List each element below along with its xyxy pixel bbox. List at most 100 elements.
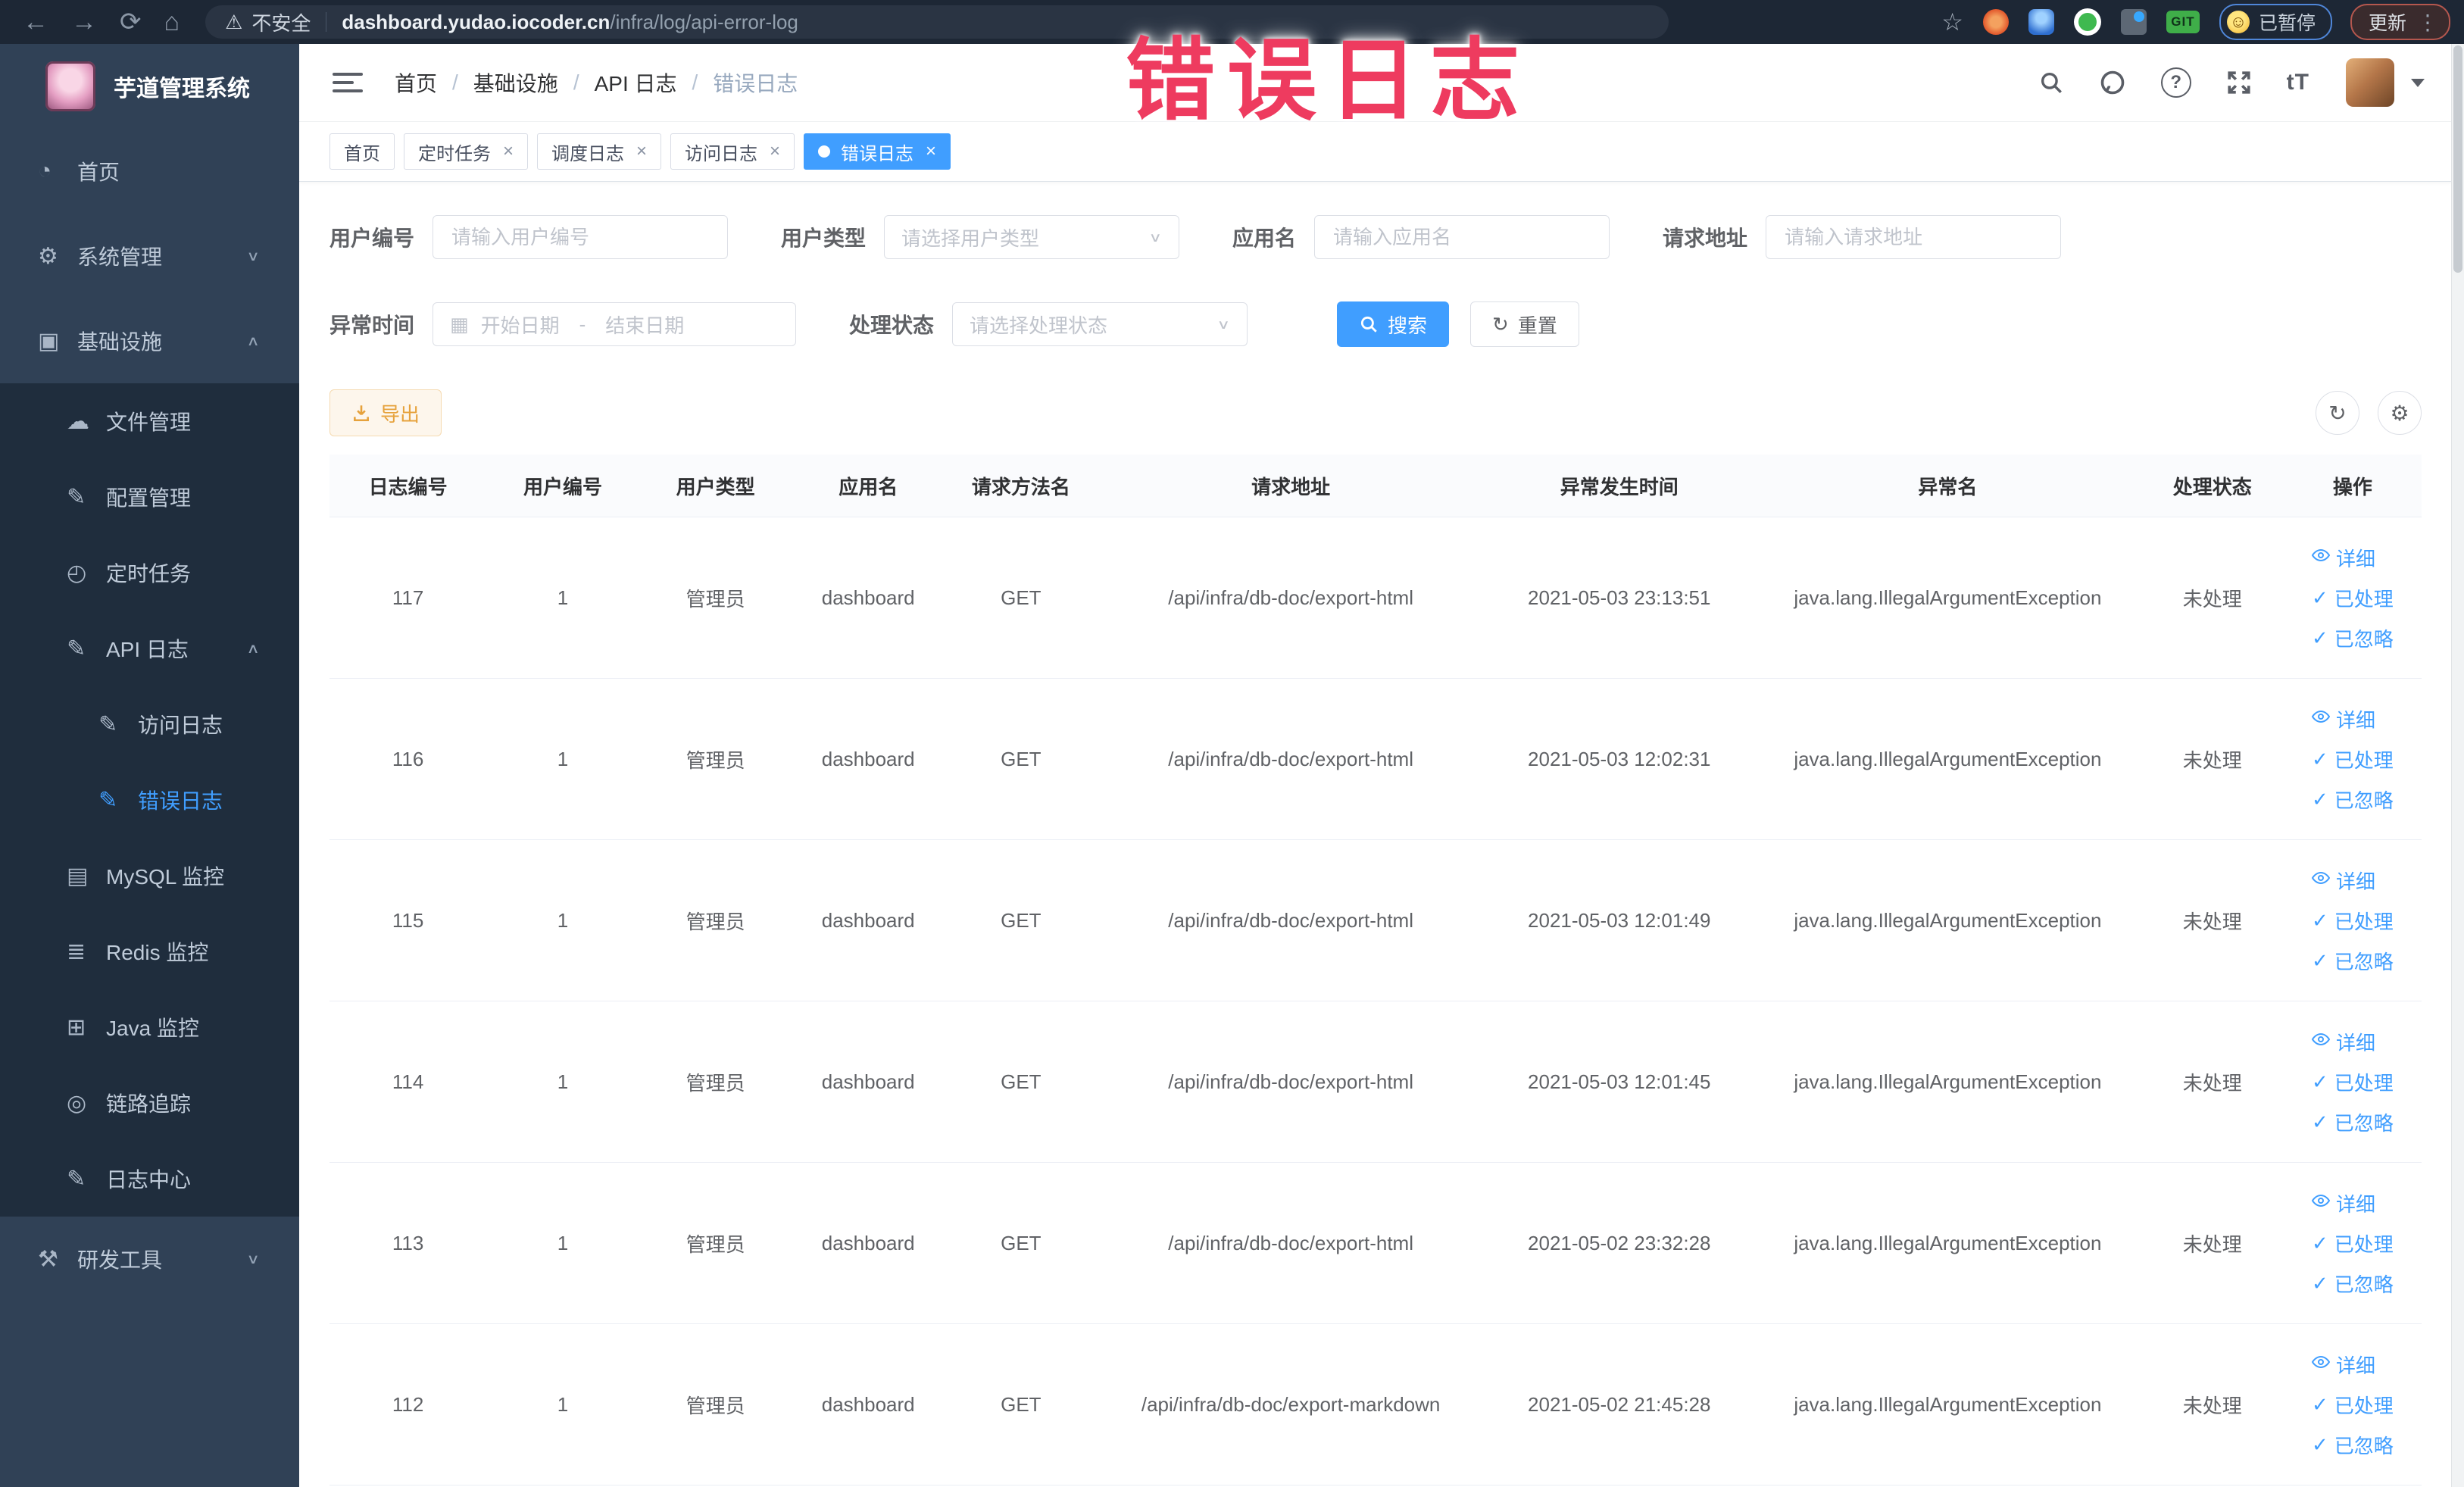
update-button[interactable]: 更新 ⋮ xyxy=(2350,4,2450,40)
scrollbar-thumb[interactable] xyxy=(2453,45,2462,273)
sidebar-item-scheduled-tasks[interactable]: ◴ 定时任务 xyxy=(0,535,299,611)
action-已忽略[interactable]: ✓ 已忽略 xyxy=(2312,947,2394,975)
tab-访问日志[interactable]: 访问日志 × xyxy=(670,133,795,170)
tab-调度日志[interactable]: 调度日志 × xyxy=(537,133,662,170)
search-label: 搜索 xyxy=(1388,314,1428,337)
column-settings-button[interactable]: ⚙ xyxy=(2378,391,2422,435)
action-详细[interactable]: 详细 xyxy=(2311,705,2375,733)
filter-group-request-url: 请求地址 xyxy=(1663,215,2062,259)
breadcrumb-item[interactable]: 首页 xyxy=(395,67,437,98)
action-已忽略[interactable]: ✓ 已忽略 xyxy=(2312,624,2394,652)
action-已处理[interactable]: ✓ 已处理 xyxy=(2312,1068,2394,1096)
sidebar-item-mysql-monitor[interactable]: ▤ MySQL 监控 xyxy=(0,838,299,914)
app-name-input[interactable] xyxy=(1332,224,1593,250)
edit-icon: ✎ xyxy=(67,484,86,510)
bookmark-star-icon[interactable]: ☆ xyxy=(1941,8,1963,36)
home-icon[interactable]: ⌂ xyxy=(164,8,180,37)
tab-定时任务[interactable]: 定时任务 × xyxy=(404,133,529,170)
check-icon: ✓ xyxy=(2311,787,2328,811)
action-已忽略[interactable]: ✓ 已忽略 xyxy=(2312,786,2394,814)
request-url-input[interactable] xyxy=(1783,224,2044,250)
page-scrollbar[interactable] xyxy=(2451,44,2464,1487)
sidebar-item-infrastructure[interactable]: ▣ 基础设施 ∧ xyxy=(0,298,299,383)
search-button[interactable]: 搜索 xyxy=(1337,301,1450,347)
user-id-input[interactable] xyxy=(450,224,711,250)
action-详细[interactable]: 详细 xyxy=(2311,1351,2375,1379)
paused-badge[interactable]: ☺ 已暂停 xyxy=(2219,4,2332,40)
font-size-icon[interactable]: tT xyxy=(2287,70,2309,95)
action-label: 已忽略 xyxy=(2334,1434,2394,1457)
app-name-field[interactable] xyxy=(1314,215,1610,259)
cell-user_type: 管理员 xyxy=(639,1162,792,1324)
action-已忽略[interactable]: ✓ 已忽略 xyxy=(2312,1431,2394,1459)
cell-status: 未处理 xyxy=(2141,1162,2284,1324)
sidebar-item-redis-monitor[interactable]: ≣ Redis 监控 xyxy=(0,914,299,989)
user-type-field[interactable]: 请选择用户类型 ∨ xyxy=(884,215,1180,259)
avatar[interactable] xyxy=(2346,58,2394,107)
cell-url: /api/infra/db-doc/export-html xyxy=(1097,678,1485,840)
tab-错误日志[interactable]: 错误日志 × xyxy=(804,133,951,170)
search-icon[interactable] xyxy=(2038,70,2064,95)
refresh-button[interactable]: ↻ xyxy=(2316,391,2359,435)
close-icon[interactable]: × xyxy=(636,141,647,162)
close-icon[interactable]: × xyxy=(770,141,780,162)
extension-icon-shield[interactable] xyxy=(2028,9,2054,35)
action-详细[interactable]: 详细 xyxy=(2311,544,2375,572)
forward-icon[interactable]: → xyxy=(71,8,97,37)
request-url-field[interactable] xyxy=(1766,215,2062,259)
sidebar-item-dev-tools[interactable]: ⚒ 研发工具 ∨ xyxy=(0,1217,299,1301)
close-icon[interactable]: × xyxy=(503,141,514,162)
breadcrumb-item[interactable]: API 日志 xyxy=(595,67,677,98)
cell-actions: 详细 ✓ 已处理 ✓ 已忽略 xyxy=(2283,1162,2422,1324)
action-label: 已处理 xyxy=(2334,910,2394,933)
help-icon[interactable]: ? xyxy=(2160,67,2191,98)
row-actions: 详细 ✓ 已处理 ✓ 已忽略 xyxy=(2311,1028,2394,1136)
export-button[interactable]: 导出 xyxy=(329,389,442,436)
action-label: 已处理 xyxy=(2334,748,2394,772)
sidebar-item-file-management[interactable]: ☁ 文件管理 xyxy=(0,383,299,459)
user-id-field[interactable] xyxy=(433,215,729,259)
github-icon[interactable] xyxy=(2099,69,2126,96)
action-已忽略[interactable]: ✓ 已忽略 xyxy=(2312,1270,2394,1298)
action-已处理[interactable]: ✓ 已处理 xyxy=(2312,745,2394,773)
action-详细[interactable]: 详细 xyxy=(2311,867,2375,895)
reload-icon[interactable]: ⟳ xyxy=(120,7,142,37)
sidebar-item-log-center[interactable]: ✎ 日志中心 xyxy=(0,1141,299,1217)
action-已处理[interactable]: ✓ 已处理 xyxy=(2312,584,2394,612)
fullscreen-icon[interactable] xyxy=(2226,70,2252,95)
exception-time-field[interactable]: ▦ 开始日期 - 结束日期 xyxy=(433,302,797,346)
sidebar-item-error-log[interactable]: ✎ 错误日志 xyxy=(0,762,299,838)
git-extension-icon[interactable]: GIT xyxy=(2166,11,2200,33)
sidebar-item-system-management[interactable]: ⚙ 系统管理 ∨ xyxy=(0,214,299,298)
action-已忽略[interactable]: ✓ 已忽略 xyxy=(2312,1108,2394,1136)
address-bar[interactable]: ⚠ 不安全 dashboard.yudao.iocoder.cn /infra/… xyxy=(205,5,1669,39)
close-icon[interactable]: × xyxy=(926,141,936,162)
action-已处理[interactable]: ✓ 已处理 xyxy=(2312,907,2394,935)
extension-icon-grid[interactable] xyxy=(2120,9,2147,35)
sidebar-item-api-log[interactable]: ✎ API 日志 ∧ xyxy=(0,611,299,686)
sidebar-item-home[interactable]: ◔ 首页 xyxy=(0,129,299,214)
sidebar-item-access-log[interactable]: ✎ 访问日志 xyxy=(0,686,299,762)
browser-menu-icon[interactable]: ⋮ xyxy=(2417,10,2438,35)
column-header: 异常发生时间 xyxy=(1484,455,1754,517)
action-详细[interactable]: 详细 xyxy=(2311,1189,2375,1217)
action-已处理[interactable]: ✓ 已处理 xyxy=(2312,1391,2394,1419)
vue-devtools-icon[interactable] xyxy=(2073,8,2101,36)
extension-icon-orange[interactable] xyxy=(1982,9,2009,35)
cell-exception: java.lang.IllegalArgumentException xyxy=(1754,1323,2141,1485)
sidebar-item-config-management[interactable]: ✎ 配置管理 xyxy=(0,459,299,535)
breadcrumb-item[interactable]: 基础设施 xyxy=(473,67,558,98)
cell-status: 未处理 xyxy=(2141,678,2284,840)
sidebar-item-trace[interactable]: ◎ 链路追踪 xyxy=(0,1065,299,1141)
action-已处理[interactable]: ✓ 已处理 xyxy=(2312,1229,2394,1257)
reset-button[interactable]: ↻ 重置 xyxy=(1470,301,1579,347)
tab-首页[interactable]: 首页 xyxy=(329,133,395,170)
security-warning-icon: ⚠ xyxy=(225,10,243,33)
process-status-field[interactable]: 请选择处理状态 ∨ xyxy=(952,302,1248,346)
cell-id: 116 xyxy=(329,678,487,840)
action-详细[interactable]: 详细 xyxy=(2311,1028,2375,1056)
sidebar-toggle-icon[interactable] xyxy=(333,67,363,98)
sidebar-item-java-monitor[interactable]: ⊞ Java 监控 xyxy=(0,989,299,1065)
back-icon[interactable]: ← xyxy=(23,8,48,37)
chevron-down-icon[interactable] xyxy=(2411,78,2425,87)
